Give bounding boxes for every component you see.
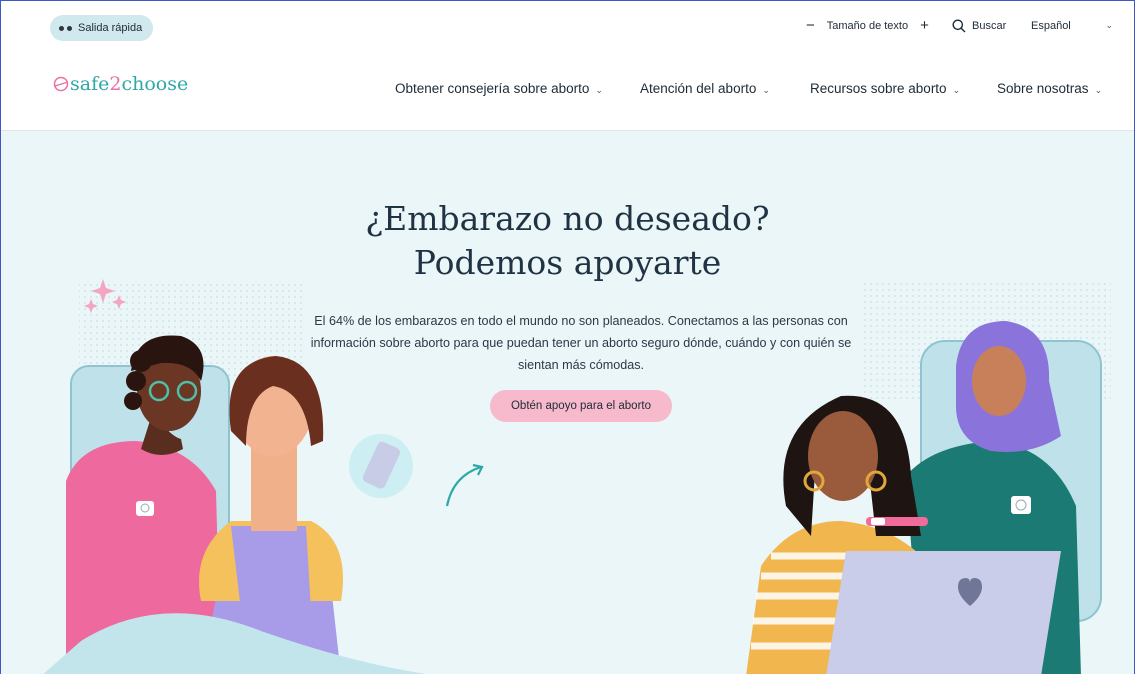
chevron-down-icon: ⌄ [595,85,603,95]
chevron-down-icon: ⌄ [762,85,770,95]
main-nav: safe 2 choose Obtener consejería sobre abo… [1,53,1134,131]
hero-subtitle: El 64% de los embarazos en todo el mundo… [310,313,852,372]
hero-title-line1: ¿Embarazo no deseado? [365,199,770,238]
nav-item-counseling[interactable]: Obtener consejería sobre aborto ⌄ [395,81,603,96]
search-label: Buscar [972,20,1007,32]
chevron-down-icon: ⌄ [952,85,961,95]
logo-text-part1: safe [70,73,110,95]
logo-text-part3: choose [121,73,189,95]
logo-mark-icon [53,76,69,92]
curved-arrow-icon [445,463,484,507]
hero-title: ¿Embarazo no deseado? Podemos apoyarte [1,197,1134,285]
nav-item-label: Recursos sobre aborto [810,81,947,96]
search-button[interactable]: Buscar [952,19,1006,33]
minus-icon[interactable]: − [806,18,815,33]
nav-item-about[interactable]: Sobre nosotras ⌄ [997,81,1102,96]
hero-section: ¿Embarazo no deseado? Podemos apoyarte E… [1,131,1134,674]
plus-icon[interactable]: + [920,18,929,33]
logo-text-part2: 2 [109,73,122,95]
text-size-control: − Tamaño de texto + [806,18,929,33]
nav-item-label: Atención del aborto [640,81,757,96]
utility-bar: Salida rápida − Tamaño de texto + Buscar… [1,1,1134,53]
nav-item-label: Obtener consejería sobre aborto [395,81,590,96]
search-icon [952,19,966,33]
get-support-button[interactable]: Obtén apoyo para el aborto [490,390,672,422]
chevron-down-icon: ⌄ [1094,85,1103,95]
nav-item-label: Sobre nosotras [997,81,1089,96]
nav-item-resources[interactable]: Recursos sobre aborto ⌄ [810,81,960,96]
language-select[interactable]: Español ⌄ [1031,20,1113,32]
quick-exit-button[interactable]: Salida rápida [50,15,154,41]
language-selected: Español [1031,20,1071,32]
page-frame: Salida rápida − Tamaño de texto + Buscar… [0,0,1135,674]
text-size-label: Tamaño de texto [826,20,909,32]
nav-item-abortion-care[interactable]: Atención del aborto ⌄ [640,81,770,96]
quick-exit-label: Salida rápida [78,22,143,34]
eyes-icon [59,25,72,31]
chevron-down-icon: ⌄ [1105,20,1113,30]
logo[interactable]: safe 2 choose [53,73,188,95]
hero-title-line2: Podemos apoyarte [413,243,722,282]
